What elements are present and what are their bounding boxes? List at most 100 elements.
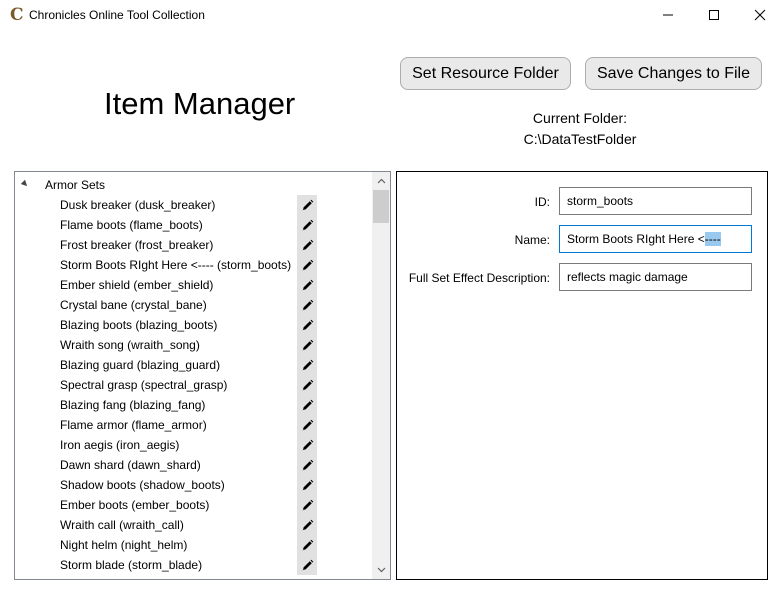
tree-item-label: Spectral grasp (spectral_grasp) <box>60 378 228 392</box>
id-label: ID: <box>534 195 550 209</box>
scroll-thumb[interactable] <box>373 190 389 223</box>
pencil-icon <box>301 279 313 291</box>
edit-item-button[interactable] <box>297 495 317 515</box>
tree-root-armor-sets[interactable]: Armor Sets <box>15 175 375 195</box>
scroll-up-button[interactable] <box>372 172 390 190</box>
chevron-down-icon <box>377 567 385 573</box>
name-label: Name: <box>514 233 550 247</box>
save-changes-button[interactable]: Save Changes to File <box>585 57 762 90</box>
effect-description-label: Full Set Effect Description: <box>408 271 550 285</box>
edit-item-button[interactable] <box>297 355 317 375</box>
edit-item-button[interactable] <box>297 515 317 535</box>
tree-item-label: Night helm (night_helm) <box>60 538 188 552</box>
edit-item-button[interactable] <box>297 455 317 475</box>
page-title: Item Manager <box>104 86 296 121</box>
pencil-icon <box>301 219 313 231</box>
tree-item-label: Iron aegis (iron_aegis) <box>60 438 180 452</box>
tree-item[interactable]: Flame boots (flame_boots) <box>15 215 373 235</box>
pencil-icon <box>301 559 313 571</box>
edit-item-button[interactable] <box>297 435 317 455</box>
pencil-icon <box>301 479 313 491</box>
close-button[interactable] <box>737 0 783 30</box>
name-field-text: Storm Boots RIght Here < <box>567 232 705 246</box>
pencil-icon <box>301 419 313 431</box>
pencil-icon <box>301 439 313 451</box>
edit-item-button[interactable] <box>297 375 317 395</box>
name-field-selection: ---- <box>704 232 721 246</box>
current-folder-path: C:\DataTestFolder <box>523 131 637 147</box>
edit-item-button[interactable] <box>297 195 317 215</box>
maximize-button[interactable] <box>691 0 737 30</box>
edit-item-button[interactable] <box>297 535 317 555</box>
tree-item-label: Storm Boots RIght Here <---- (storm_boot… <box>60 258 292 272</box>
edit-item-button[interactable] <box>297 395 317 415</box>
edit-item-button[interactable] <box>297 555 317 575</box>
tree-item-label: Dusk breaker (dusk_breaker) <box>60 198 216 212</box>
edit-item-button[interactable] <box>297 215 317 235</box>
tree-item-label: Crystal bane (crystal_bane) <box>60 298 207 312</box>
pencil-icon <box>301 519 313 531</box>
set-resource-folder-button[interactable]: Set Resource Folder <box>400 57 571 90</box>
tree-item[interactable]: Blazing boots (blazing_boots) <box>15 315 373 335</box>
tree-item[interactable]: Storm Boots RIght Here <---- (storm_boot… <box>15 255 373 275</box>
name-field[interactable]: Storm Boots RIght Here < ---- <box>559 225 752 253</box>
tree-item[interactable]: Ember boots (ember_boots) <box>15 495 373 515</box>
scroll-down-button[interactable] <box>372 561 390 579</box>
tree-item[interactable]: Wraith song (wraith_song) <box>15 335 373 355</box>
tree-item-label: Ember shield (ember_shield) <box>60 278 214 292</box>
tree-item-label: Shadow boots (shadow_boots) <box>60 478 225 492</box>
tree-item[interactable]: Dawn shard (dawn_shard) <box>15 455 373 475</box>
edit-item-button[interactable] <box>297 275 317 295</box>
pencil-icon <box>301 239 313 251</box>
pencil-icon <box>301 359 313 371</box>
edit-item-button[interactable] <box>297 415 317 435</box>
pencil-icon <box>301 199 313 211</box>
pencil-icon <box>301 499 313 511</box>
window-title: Chronicles Online Tool Collection <box>29 8 205 22</box>
item-detail-panel: ID: storm_boots Name: Storm Boots RIght … <box>396 171 768 580</box>
current-folder-label: Current Folder: <box>532 110 628 126</box>
tree-item[interactable]: Storm blade (storm_blade) <box>15 555 373 575</box>
pencil-icon <box>301 539 313 551</box>
edit-item-button[interactable] <box>297 335 317 355</box>
tree-item-label: Dawn shard (dawn_shard) <box>60 458 201 472</box>
tree-item[interactable]: Blazing guard (blazing_guard) <box>15 355 373 375</box>
tree-item[interactable]: Wraith call (wraith_call) <box>15 515 373 535</box>
tree-item[interactable]: Ember shield (ember_shield) <box>15 275 373 295</box>
maximize-icon <box>709 10 719 20</box>
item-tree[interactable]: Armor Sets Dusk breaker (dusk_breaker) Fl… <box>14 171 391 580</box>
edit-item-button[interactable] <box>297 235 317 255</box>
effect-description-field[interactable]: reflects magic damage <box>559 263 752 291</box>
tree-item-label: Blazing guard (blazing_guard) <box>60 358 221 372</box>
expand-toggle-icon[interactable] <box>20 179 30 189</box>
id-field[interactable]: storm_boots <box>559 187 752 215</box>
edit-item-button[interactable] <box>297 475 317 495</box>
pencil-icon <box>301 299 313 311</box>
tree-item-label: Frost breaker (frost_breaker) <box>60 238 214 252</box>
edit-item-button[interactable] <box>297 255 317 275</box>
tree-item[interactable]: Flame armor (flame_armor) <box>15 415 373 435</box>
edit-item-button[interactable] <box>297 315 317 335</box>
tree-item[interactable]: Blazing fang (blazing_fang) <box>15 395 373 415</box>
title-bar: C Chronicles Online Tool Collection <box>0 0 783 30</box>
pencil-icon <box>301 339 313 351</box>
edit-item-button[interactable] <box>297 295 317 315</box>
tree-item[interactable]: Iron aegis (iron_aegis) <box>15 435 373 455</box>
tree-item[interactable]: Shadow boots (shadow_boots) <box>15 475 373 495</box>
minimize-icon <box>663 14 673 16</box>
tree-item[interactable]: Night helm (night_helm) <box>15 535 373 555</box>
tree-item-label: Storm blade (storm_blade) <box>60 558 203 572</box>
tree-item[interactable]: Frost breaker (frost_breaker) <box>15 235 373 255</box>
tree-item-label: Blazing fang (blazing_fang) <box>60 398 206 412</box>
tree-item-label: Ember boots (ember_boots) <box>60 498 210 512</box>
app-icon: C <box>10 5 24 25</box>
tree-item[interactable]: Dusk breaker (dusk_breaker) <box>15 195 373 215</box>
tree-item[interactable]: Crystal bane (crystal_bane) <box>15 295 373 315</box>
tree-item[interactable]: Spectral grasp (spectral_grasp) <box>15 375 373 395</box>
minimize-button[interactable] <box>645 0 691 30</box>
chevron-up-icon <box>377 178 385 184</box>
tree-scrollbar[interactable] <box>372 172 390 579</box>
tree-item-label: Flame boots (flame_boots) <box>60 218 203 232</box>
tree-root-label: Armor Sets <box>45 178 106 192</box>
close-icon <box>754 9 766 21</box>
